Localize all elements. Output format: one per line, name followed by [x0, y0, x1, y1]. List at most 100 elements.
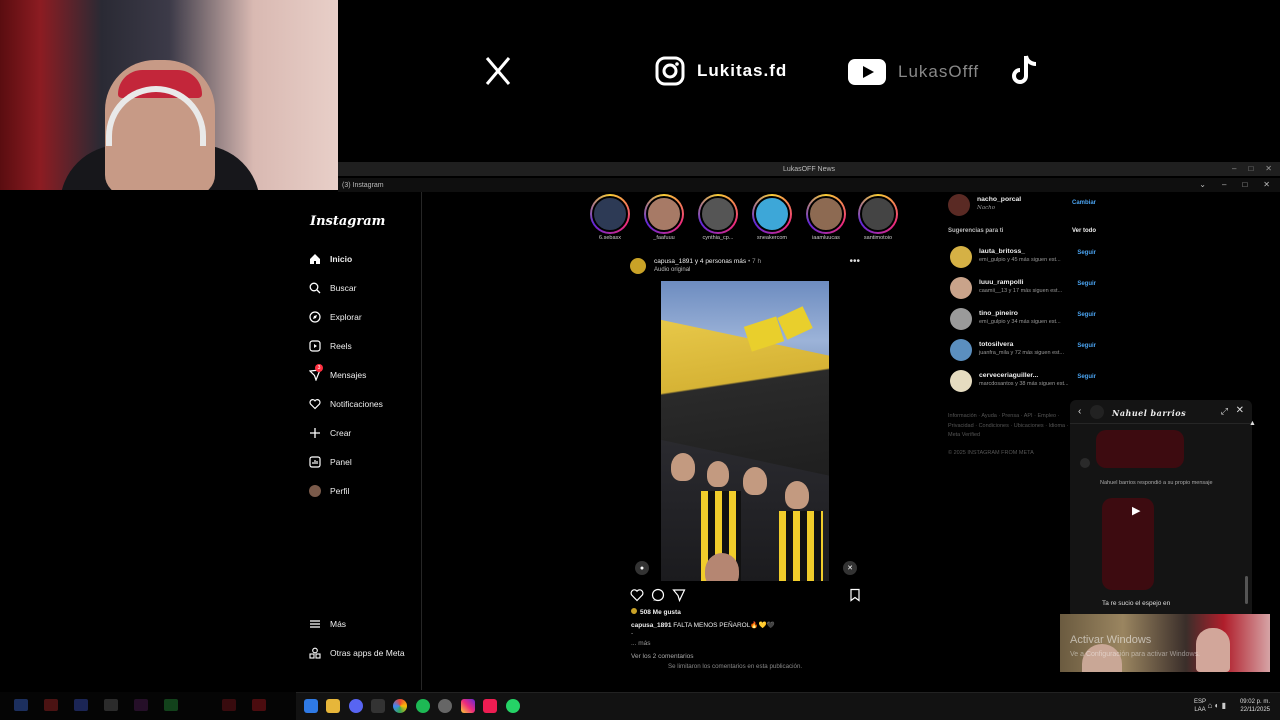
chat-avatar[interactable] — [1090, 405, 1104, 419]
story-item[interactable]: _faafuuu — [642, 194, 686, 241]
current-account-username[interactable]: nacho_porcal — [977, 196, 1021, 203]
suggestion-item: luuu_rampolli caamii__13 y 17 más siguen… — [948, 275, 1098, 299]
spotify-icon[interactable] — [416, 699, 430, 713]
save-icon[interactable] — [848, 588, 862, 602]
copyright: © 2025 INSTAGRAM FROM META — [948, 450, 1034, 456]
steam-icon[interactable] — [438, 699, 452, 713]
windows-taskbar: ESP LAA ⌂ ◐ ▮ 09:02 p. m. 22/11/2025 — [296, 692, 1280, 720]
suggestion-avatar[interactable] — [950, 370, 972, 392]
caption-more-link[interactable]: ... más — [631, 640, 651, 647]
story-item[interactable]: santimotoio — [856, 194, 900, 241]
app-icon[interactable] — [164, 699, 178, 711]
app-icon[interactable] — [222, 699, 236, 711]
chat-title[interactable]: Nahuel barrios — [1112, 408, 1186, 418]
chat-media-bubble[interactable] — [1096, 430, 1184, 468]
meta-apps-icon — [308, 646, 322, 660]
discord-icon[interactable] — [349, 699, 363, 713]
play-icon[interactable]: ▶ — [1132, 504, 1148, 518]
chrome-icon[interactable] — [393, 699, 407, 713]
suggestion-avatar[interactable] — [950, 308, 972, 330]
language-indicator[interactable]: ESP LAA — [1194, 698, 1206, 714]
story-item[interactable]: cynthia_cp... — [696, 194, 740, 241]
instagram-sidebar: Instagram Inicio Buscar Explorar Reels 3… — [296, 192, 422, 690]
nav-item-buscar[interactable]: Buscar — [308, 279, 356, 297]
close-icon[interactable]: ✕ — [1265, 164, 1272, 173]
nav-item-panel[interactable]: Panel — [308, 453, 352, 471]
follow-button[interactable]: Seguir — [1077, 374, 1096, 380]
app-icon[interactable] — [252, 699, 266, 711]
nav-item-inicio[interactable]: Inicio — [308, 250, 352, 268]
app-icon[interactable] — [74, 699, 88, 711]
nav-item-crear[interactable]: Crear — [308, 424, 351, 442]
x-logo-icon — [484, 56, 512, 91]
suggestion-item: lauta_britoss_ emi_gulpio y 45 más sigue… — [948, 244, 1098, 268]
story-item[interactable]: 6.sebasx — [588, 194, 632, 241]
tagged-user-icon[interactable]: ● — [635, 561, 649, 575]
nav-item-meta-apps[interactable]: Otras apps de Meta — [308, 644, 405, 662]
expand-icon[interactable]: ⤢ — [1221, 406, 1228, 417]
nav-item-mensajes[interactable]: 3 Mensajes — [308, 364, 366, 384]
app-icon[interactable] — [44, 699, 58, 711]
chat-popup: ‹ Nahuel barrios ⤢ ✕ Nahuel barrios resp… — [1070, 400, 1252, 618]
minimize-icon[interactable]: – — [1232, 164, 1236, 173]
youtube-logo-icon — [848, 58, 886, 86]
story-item[interactable]: sneakercom — [750, 194, 794, 241]
file-explorer-icon[interactable] — [326, 699, 340, 713]
browser-close-icon[interactable]: ✕ — [1263, 180, 1270, 189]
comment-icon[interactable] — [651, 588, 665, 602]
post-actions — [630, 588, 862, 603]
follow-button[interactable]: Seguir — [1077, 312, 1096, 318]
suggestion-avatar[interactable] — [950, 246, 972, 268]
scroll-up-icon[interactable]: ▲ — [1249, 420, 1256, 427]
instagram-logo[interactable]: Instagram — [310, 214, 385, 229]
see-all-link[interactable]: Ver todo — [1072, 228, 1096, 234]
nav-item-reels[interactable]: Reels — [308, 337, 352, 355]
caption-user[interactable]: capusa_1891 — [631, 622, 671, 629]
story-item[interactable]: iaamluucas — [804, 194, 848, 241]
instagram-app-icon[interactable] — [461, 699, 475, 713]
instagram-handle: Lukitas.fd — [697, 61, 788, 80]
app-icon[interactable] — [14, 699, 28, 711]
capcut-icon[interactable] — [371, 699, 385, 713]
follow-button[interactable]: Seguir — [1077, 343, 1096, 349]
post-audio[interactable]: Audio original — [654, 267, 690, 273]
browser-minimize-icon[interactable]: – — [1222, 180, 1226, 189]
post-user-line[interactable]: capusa_1891 y 4 personas más — [654, 258, 746, 265]
chat-scrollbar[interactable] — [1245, 576, 1248, 604]
view-comments-link[interactable]: Ver los 2 comentarios — [631, 653, 694, 660]
clock[interactable]: 09:02 p. m. 22/11/2025 — [1240, 698, 1270, 714]
maximize-icon[interactable]: □ — [1248, 164, 1253, 173]
close-chat-icon[interactable]: ✕ — [1236, 405, 1244, 416]
nav-item-explorar[interactable]: Explorar — [308, 308, 362, 326]
switch-account-link[interactable]: Cambiar — [1072, 200, 1096, 206]
current-account-avatar[interactable] — [948, 194, 970, 216]
suggestion-avatar[interactable] — [950, 277, 972, 299]
window-title-bar: LukasOFF News – □ ✕ — [338, 162, 1280, 176]
post-avatar[interactable] — [630, 258, 646, 274]
suggestions-title: Sugerencias para ti — [948, 228, 1004, 234]
likes-count[interactable]: 508 Me gusta — [631, 608, 681, 616]
browser-down-icon[interactable]: ⌄ — [1199, 180, 1206, 189]
post-video[interactable]: ● ✕ — [627, 281, 865, 581]
app-icon[interactable] — [104, 699, 118, 711]
more-options-icon[interactable]: ••• — [849, 256, 860, 267]
like-icon[interactable] — [630, 588, 644, 602]
follow-button[interactable]: Seguir — [1077, 250, 1096, 256]
whatsapp-icon[interactable] — [506, 699, 520, 713]
mute-icon[interactable]: ✕ — [843, 561, 857, 575]
tiktok-app-icon[interactable] — [483, 699, 497, 713]
nav-item-mas[interactable]: Más — [308, 615, 346, 633]
browser-maximize-icon[interactable]: □ — [1242, 180, 1247, 189]
app-icon[interactable] — [134, 699, 148, 711]
start-icon[interactable] — [304, 699, 318, 713]
back-icon[interactable]: ‹ — [1078, 406, 1081, 417]
tray-icons[interactable]: ⌂ ◐ ▮ — [1207, 701, 1226, 710]
nav-item-perfil[interactable]: Perfil — [308, 482, 349, 500]
suggestion-avatar[interactable] — [950, 339, 972, 361]
nav-item-notificaciones[interactable]: Notificaciones — [308, 395, 383, 413]
share-icon[interactable] — [672, 588, 686, 603]
instagram-handle-block: Lukitas.fd — [655, 56, 787, 86]
footer-links[interactable]: Información · Ayuda · Prensa · API · Emp… — [948, 412, 1070, 441]
browser-tab-title[interactable]: (3) Instagram — [342, 182, 384, 189]
follow-button[interactable]: Seguir — [1077, 281, 1096, 287]
